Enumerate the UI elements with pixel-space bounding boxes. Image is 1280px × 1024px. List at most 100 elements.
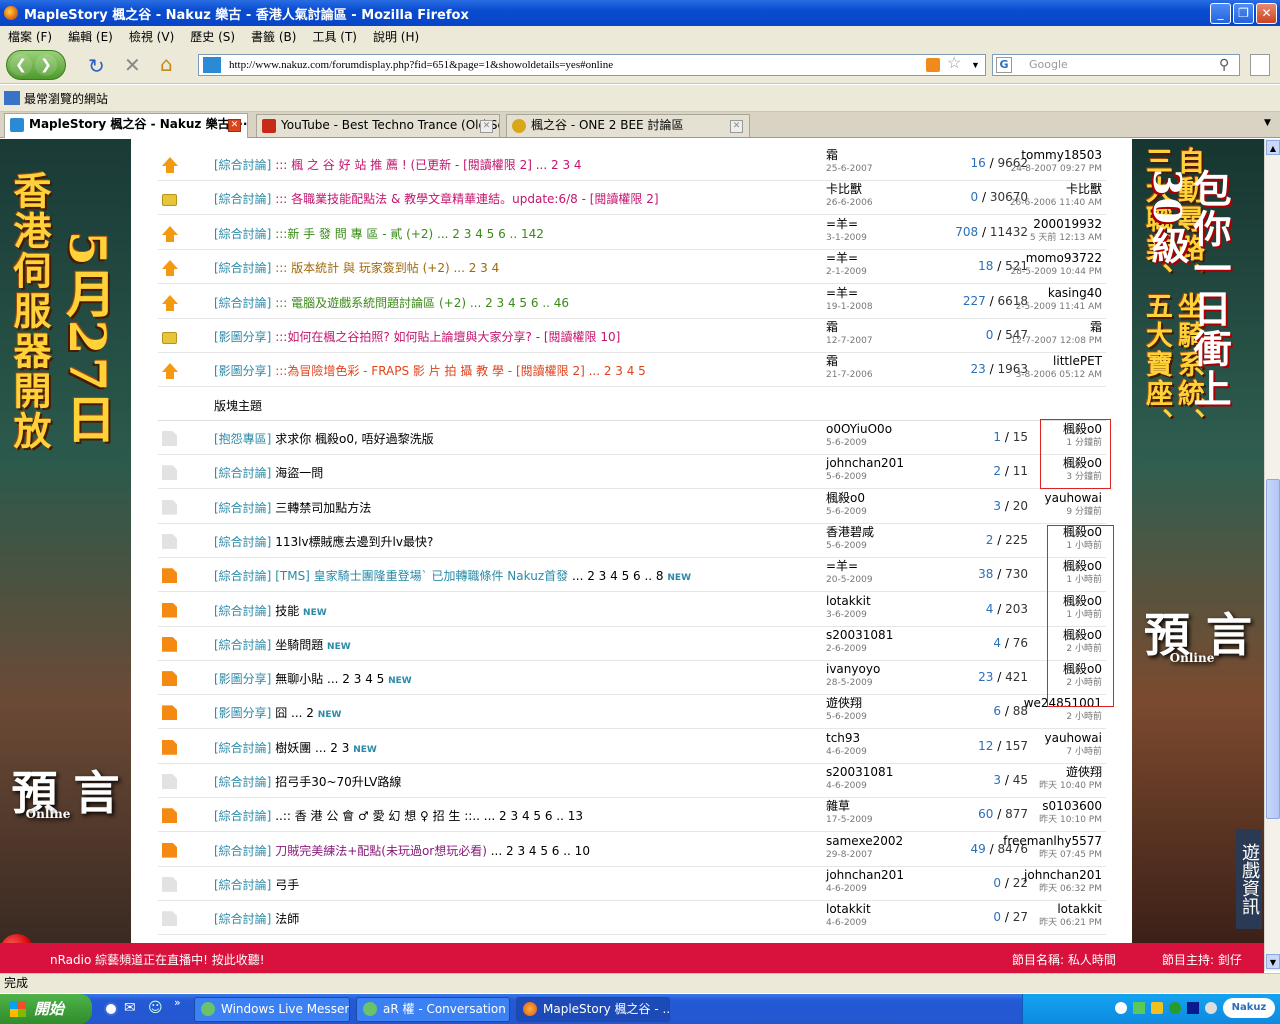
home-icon[interactable]: ⌂	[160, 52, 173, 76]
thread-title-link[interactable]: :::為冒險增色彩 - FRAPS 影 片 拍 攝 教 學 - [閱讀權限 2]…	[275, 364, 646, 378]
search-input[interactable]: G Google ⚲	[992, 54, 1240, 76]
last-post-user[interactable]: johnchan201	[1024, 868, 1102, 882]
thread-category[interactable]: [綜合討論]	[214, 638, 271, 652]
table-row[interactable]: [綜合討論] ::: 楓 之 谷 好 站 推 薦 ! (已更新 - [閱讀權限 …	[158, 147, 1106, 181]
tab-list-icon[interactable]: ▼	[1264, 118, 1271, 128]
bookmark-most-visited[interactable]: 最常瀏覽的網站	[24, 90, 108, 107]
author-name[interactable]: 楓殺o0	[826, 491, 865, 505]
thread-title-link[interactable]: [TMS] 皇家騎士團隆重登場` 已加轉職條件 Nakuz首發	[275, 569, 568, 583]
table-row[interactable]: [影圖分享] 囧 ... 2 NEW 遊俠翔 5-6-2009 6 / 88 we248…	[158, 695, 1106, 730]
author-name[interactable]: 遊俠翔	[826, 696, 862, 710]
table-row[interactable]: [綜合討論] 113lv標賊應去邊到升lv最快? 香港碧咸 5-6-2009 2 / …	[158, 524, 1106, 558]
author-name[interactable]: 雜草	[826, 799, 850, 813]
last-post-time[interactable]: 昨天 10:10 PM	[1039, 813, 1102, 827]
table-row[interactable]: [綜合討論] ::: 各職業技能配點法 & 教學文章精華連結。update:6/…	[158, 181, 1106, 216]
author-name[interactable]: 香港碧咸	[826, 525, 874, 539]
author-name[interactable]: samexe2002	[826, 834, 903, 848]
thread-category[interactable]: [綜合討論]	[214, 158, 271, 172]
last-post-user[interactable]: littlePET	[1053, 354, 1102, 368]
thread-title-link[interactable]: 刀賊完美練法+配點(未玩過or想玩必看)	[275, 844, 487, 858]
table-row[interactable]: [影圖分享] 無聊小貼 ... 2 3 4 5 NEW ivanyoyo 28-5-…	[158, 661, 1106, 696]
page-links[interactable]: ... 2 3 4 5 6 .. 10	[491, 844, 590, 858]
author-name[interactable]: s20031081	[826, 628, 893, 642]
menu-bookmarks[interactable]: 書籤 (B)	[243, 28, 304, 45]
author-name[interactable]: tch93	[826, 731, 860, 745]
last-post-time[interactable]: 28-5-2009 10:44 PM	[1011, 265, 1102, 279]
thread-title-link[interactable]: ::: 楓 之 谷 好 站 推 薦 ! (已更新 - [閱讀權限 2] ... …	[275, 158, 581, 172]
scroll-thumb[interactable]	[1266, 479, 1280, 819]
scroll-down-icon[interactable]: ▼	[1266, 954, 1280, 969]
table-row[interactable]: [綜合討論] 法師 lotakkit 4-6-2009 0 / 27 lotakkit 昨…	[158, 901, 1106, 936]
table-row[interactable]: [綜合討論] [TMS] 皇家騎士團隆重登場` 已加轉職條件 Nakuz首發 .…	[158, 558, 1106, 593]
sidebar-toggle-icon[interactable]	[1250, 54, 1270, 76]
last-post-user[interactable]: yauhowai	[1044, 491, 1102, 505]
thread-category[interactable]: [綜合討論]	[214, 466, 271, 480]
thread-category[interactable]: [影圖分享]	[214, 706, 271, 720]
thread-category[interactable]: [綜合討論]	[214, 604, 271, 618]
thread-category[interactable]: [綜合討論]	[214, 535, 271, 549]
thread-category[interactable]: [綜合討論]	[214, 192, 271, 206]
menu-help[interactable]: 說明 (H)	[365, 28, 427, 45]
thread-category[interactable]: [綜合討論]	[214, 912, 271, 926]
thread-category[interactable]: [綜合討論]	[214, 296, 271, 310]
last-post-time[interactable]: 24-8-2007 09:27 PM	[1011, 162, 1102, 176]
page-links[interactable]: ... 2 3 4 5	[327, 672, 384, 686]
magnifier-icon[interactable]: ⚲	[1219, 55, 1229, 75]
thread-category[interactable]: [綜合討論]	[214, 227, 271, 241]
thread-category[interactable]: [綜合討論]	[214, 775, 271, 789]
last-post-time[interactable]: 2 小時前	[1024, 710, 1102, 724]
author-name[interactable]: s20031081	[826, 765, 893, 779]
thread-title-link[interactable]: 求求你 楓殺o0, 唔好過黎洗版	[275, 432, 433, 446]
table-row[interactable]: [綜合討論] 坐騎問題 NEW s20031081 2-6-2009 4 / 76 楓殺…	[158, 627, 1106, 661]
thread-title-link[interactable]: 弓手	[275, 878, 299, 892]
table-row[interactable]: [影圖分享] :::如何在楓之谷拍照? 如何貼上論壇與大家分享? - [閱讀權限…	[158, 319, 1106, 353]
radio-bar[interactable]: nRadio 綜藝頻道正在直播中! 按此收聽! 節目名稱: 私人時間 節目主持:…	[0, 943, 1264, 973]
author-name[interactable]: lotakkit	[826, 902, 871, 916]
minimize-button[interactable]: _	[1210, 3, 1231, 24]
thread-category[interactable]: [影圖分享]	[214, 672, 271, 686]
last-post-time[interactable]: 5 天前 12:13 AM	[1030, 231, 1102, 245]
thread-category[interactable]: [綜合討論]	[214, 844, 271, 858]
last-post-user[interactable]: momo93722	[1026, 251, 1102, 265]
last-post-user[interactable]: 200019932	[1033, 217, 1102, 231]
last-post-time[interactable]: 9 分鐘前	[1044, 505, 1102, 519]
thread-title-link[interactable]: 法師	[275, 912, 299, 926]
author-name[interactable]: 霜	[826, 320, 838, 334]
author-name[interactable]: 卡比獸	[826, 182, 862, 196]
last-post-time[interactable]: 昨天 06:21 PM	[1039, 916, 1102, 930]
thread-category[interactable]: [綜合討論]	[214, 501, 271, 515]
table-row[interactable]: [綜合討論] ::: 電腦及遊戲系統問題討論區 (+2) ... 2 3 4 5…	[158, 285, 1106, 319]
table-row[interactable]: [抱怨專區] 求求你 楓殺o0, 唔好過黎洗版 o0OYiuO0o 5-6-2009…	[158, 421, 1106, 455]
tab-one2bee[interactable]: 楓之谷 - ONE 2 BEE 討論區 ✕	[506, 114, 750, 137]
table-row[interactable]: [綜合討論] 技能 NEW lotakkit 3-6-2009 4 / 203 楓殺o0…	[158, 593, 1106, 627]
taskbar-item-firefox[interactable]: MapleStory 楓之谷 - ...	[516, 997, 670, 1022]
speaker-icon[interactable]	[1205, 1002, 1217, 1014]
table-row[interactable]: [綜合討論] ::: 版本統計 與 玩家簽到帖 (+2) ... 2 3 4 =羊…	[158, 250, 1106, 285]
thread-title-link[interactable]: :::如何在楓之谷拍照? 如何貼上論壇與大家分享? - [閱讀權限 10]	[275, 330, 620, 344]
menu-tools[interactable]: 工具 (T)	[304, 28, 365, 45]
url-input[interactable]: http://www.nakuz.com/forumdisplay.php?fi…	[198, 54, 986, 76]
author-name[interactable]: 霜	[826, 354, 838, 368]
window-titlebar[interactable]: MapleStory 楓之谷 - Nakuz 樂古 - 香港人氣討論區 - Mo…	[0, 0, 1280, 26]
table-row[interactable]: [綜合討論] 弓手 johnchan201 4-6-2009 0 / 22 johnch…	[158, 867, 1106, 901]
author-name[interactable]: lotakkit	[826, 594, 871, 608]
last-post-user[interactable]: yauhowai	[1044, 731, 1102, 745]
last-post-user[interactable]: lotakkit	[1057, 902, 1102, 916]
menu-edit[interactable]: 編輯 (E)	[60, 28, 121, 45]
last-post-time[interactable]: 昨天 07:45 PM	[1003, 848, 1102, 862]
star-icon[interactable]: ☆	[947, 54, 961, 74]
thread-category[interactable]: [綜合討論]	[214, 261, 271, 275]
thread-title-link[interactable]: 囧	[275, 706, 287, 720]
start-button[interactable]: 開始	[0, 994, 92, 1024]
quicklaunch-ie-icon[interactable]	[104, 1002, 118, 1016]
taskbar-item-conversation[interactable]: aR 權 - Conversation	[356, 997, 510, 1022]
thread-title-link[interactable]: 海盜一問	[275, 466, 323, 480]
shield-icon[interactable]	[1151, 1002, 1163, 1014]
rss-icon[interactable]	[926, 58, 940, 72]
right-advertisement[interactable]: 自動尋路、坐騎系統、三大職業、五大寶座、 包你一日衝上30級 預 言 Onlin…	[1132, 139, 1264, 943]
menu-file[interactable]: 檔案 (F)	[0, 28, 60, 45]
author-name[interactable]: =羊=	[826, 217, 858, 231]
thread-category[interactable]: [影圖分享]	[214, 330, 271, 344]
maximize-button[interactable]: ❐	[1233, 3, 1254, 24]
table-row[interactable]: [綜合討論] 海盜一問 johnchan201 5-6-2009 2 / 11 楓殺o0…	[158, 455, 1106, 490]
